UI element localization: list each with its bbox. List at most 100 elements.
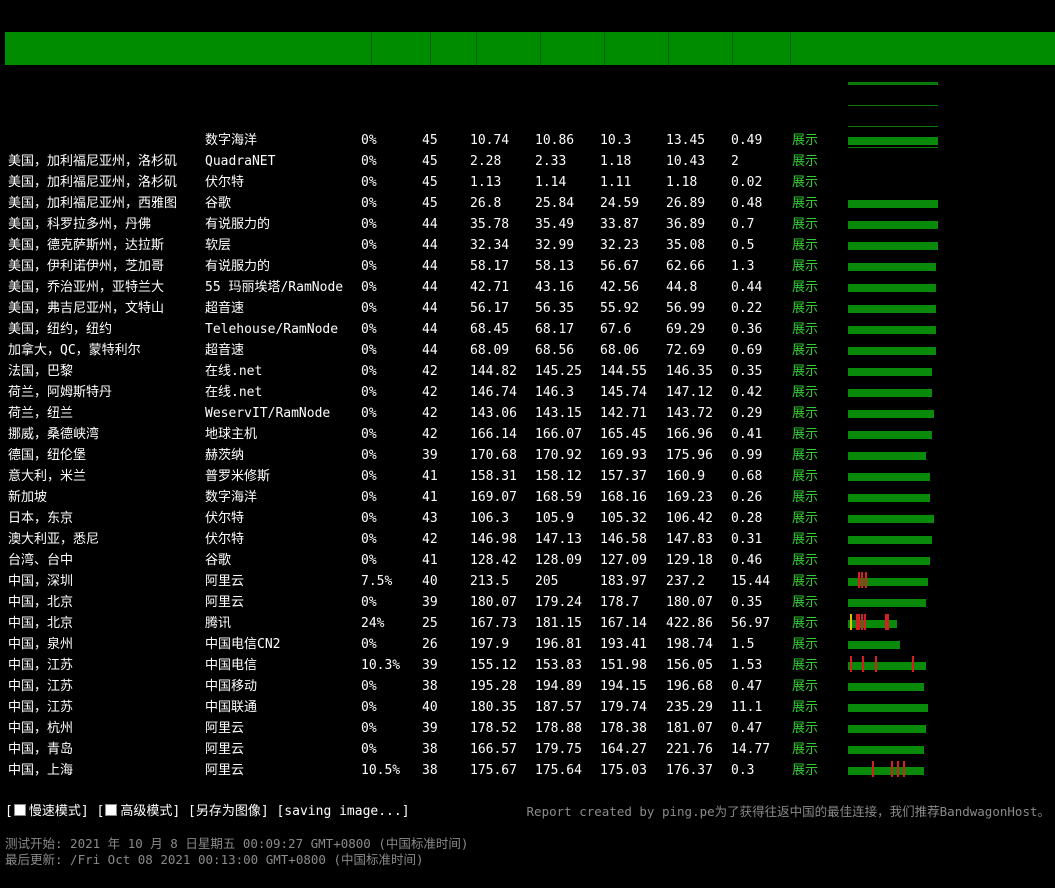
latency-bar xyxy=(848,452,926,460)
show-link[interactable]: 展示 xyxy=(792,697,818,718)
latency-graph xyxy=(848,302,943,316)
location-cell: 日本，东京 xyxy=(8,511,74,526)
table-row: 法国，巴黎 在线.net 0% 42 144.82 145.25 144.55 146.35 0… xyxy=(0,361,1055,382)
sent-cell: 39 xyxy=(422,448,438,463)
location-cell: 中国，青岛 xyxy=(8,742,74,757)
show-link[interactable]: 展示 xyxy=(792,655,818,676)
packet-loss-spike xyxy=(875,656,877,672)
show-link[interactable]: 展示 xyxy=(792,634,818,655)
last-cell: 32.34 xyxy=(470,238,510,253)
show-link[interactable]: 展示 xyxy=(792,592,818,613)
slow-mode-label[interactable]: 慢速模式 xyxy=(29,804,81,819)
table-row: 中国，江苏 中国联通 0% 40 180.35 187.57 179.74 235.29 11.… xyxy=(0,697,1055,718)
stdev-cell: 0.44 xyxy=(731,280,763,295)
slow-mode-checkbox[interactable] xyxy=(13,804,26,816)
best-cell: 146.58 xyxy=(600,532,647,547)
table-row: 日本，东京 伏尔特 0% 43 106.3 105.9 105.32 106.42 0.28 展示 xyxy=(0,508,1055,529)
latency-graph xyxy=(848,596,943,610)
show-link[interactable]: 展示 xyxy=(792,676,818,697)
table-row: 美国，加利福尼亚州，西雅图 谷歌 0% 45 26.8 25.84 24.59 26.89 0.… xyxy=(0,193,1055,214)
show-link[interactable]: 展示 xyxy=(792,298,818,319)
table-row: 新加坡 数字海洋 0% 41 169.07 168.59 168.16 169.23 0.26 展… xyxy=(0,487,1055,508)
show-link[interactable]: 展示 xyxy=(792,487,818,508)
show-link[interactable]: 展示 xyxy=(792,382,818,403)
location-cell: 中国，杭州 xyxy=(8,721,74,736)
show-link[interactable]: 展示 xyxy=(792,256,818,277)
show-link[interactable]: 展示 xyxy=(792,151,818,172)
last-cell: 128.42 xyxy=(470,553,517,568)
sent-cell: 39 xyxy=(422,595,438,610)
sent-cell: 44 xyxy=(422,238,438,253)
provider-cell: 数字海洋 xyxy=(205,490,258,505)
sent-cell: 44 xyxy=(422,322,438,337)
latency-graph xyxy=(848,281,943,295)
location-cell: 中国，江苏 xyxy=(8,679,74,694)
packet-loss-spike xyxy=(912,656,914,672)
table-row: 加拿大，QC，蒙特利尔 超音速 0% 44 68.09 68.56 68.06 72.69 0.… xyxy=(0,340,1055,361)
show-link[interactable]: 展示 xyxy=(792,340,818,361)
location-cell: 加拿大，QC，蒙特利尔 xyxy=(8,343,141,358)
stdev-cell: 1.5 xyxy=(731,637,755,652)
show-link[interactable]: 展示 xyxy=(792,235,818,256)
show-link[interactable]: 展示 xyxy=(792,403,818,424)
latency-graph xyxy=(848,680,943,694)
show-link[interactable]: 展示 xyxy=(792,571,818,592)
loss-cell: 0% xyxy=(361,196,377,211)
history-line xyxy=(848,126,938,127)
show-link[interactable]: 展示 xyxy=(792,718,818,739)
worst-cell: 160.9 xyxy=(666,469,706,484)
advanced-mode-checkbox[interactable] xyxy=(105,804,118,816)
table-row: 中国，杭州 阿里云 0% 39 178.52 178.88 178.38 181.07 0.47… xyxy=(0,718,1055,739)
location-cell: 台湾、台中 xyxy=(8,553,74,568)
show-link[interactable]: 展示 xyxy=(792,508,818,529)
worst-cell: 147.12 xyxy=(666,385,713,400)
show-link[interactable]: 展示 xyxy=(792,277,818,298)
avg-cell: 175.64 xyxy=(535,763,582,778)
avg-cell: 56.35 xyxy=(535,301,575,316)
show-link[interactable]: 展示 xyxy=(792,445,818,466)
stdev-cell: 0.22 xyxy=(731,301,763,316)
table-row: 美国，加利福尼亚州，洛杉矶 伏尔特 0% 45 1.13 1.14 1.11 1.18 0.02… xyxy=(0,172,1055,193)
loss-cell: 7.5% xyxy=(361,574,393,589)
show-link[interactable]: 展示 xyxy=(792,193,818,214)
loss-cell: 0% xyxy=(361,301,377,316)
stdev-cell: 11.1 xyxy=(731,700,763,715)
latency-graph xyxy=(848,491,943,505)
latency-graph xyxy=(848,761,943,778)
table-row: 中国，北京 阿里云 0% 39 180.07 179.24 178.7 180.07 0.35 展… xyxy=(0,592,1055,613)
show-link[interactable]: 展示 xyxy=(792,613,818,634)
bracket: [ xyxy=(5,804,13,819)
provider-cell: 中国电信 xyxy=(205,658,258,673)
loss-cell: 0% xyxy=(361,259,377,274)
save-image-button[interactable]: ] [另存为图像] xyxy=(172,804,268,819)
show-link[interactable]: 展示 xyxy=(792,130,818,151)
worst-cell: 221.76 xyxy=(666,742,713,757)
provider-cell: 阿里云 xyxy=(205,721,245,736)
show-link[interactable]: 展示 xyxy=(792,424,818,445)
best-cell: 151.98 xyxy=(600,658,647,673)
header-separator xyxy=(604,32,605,65)
best-cell: 142.71 xyxy=(600,406,647,421)
show-link[interactable]: 展示 xyxy=(792,361,818,382)
provider-cell: 数字海洋 xyxy=(205,133,258,148)
header-separator xyxy=(430,32,431,65)
latency-graph xyxy=(848,176,943,190)
show-link[interactable]: 展示 xyxy=(792,466,818,487)
latency-graph xyxy=(848,656,943,673)
advanced-mode-label[interactable]: 高级模式 xyxy=(120,804,172,819)
show-link[interactable]: 展示 xyxy=(792,172,818,193)
stdev-cell: 0.69 xyxy=(731,343,763,358)
show-link[interactable]: 展示 xyxy=(792,529,818,550)
latency-graph xyxy=(848,365,943,379)
worst-cell: 72.69 xyxy=(666,343,706,358)
table-row: 中国，泉州 中国电信CN2 0% 26 197.9 196.81 193.41 198.74 1… xyxy=(0,634,1055,655)
show-link[interactable]: 展示 xyxy=(792,214,818,235)
show-link[interactable]: 展示 xyxy=(792,760,818,781)
latency-bar xyxy=(848,662,926,670)
best-cell: 179.74 xyxy=(600,700,647,715)
show-link[interactable]: 展示 xyxy=(792,319,818,340)
latency-bar xyxy=(848,242,938,250)
sent-cell: 45 xyxy=(422,133,438,148)
show-link[interactable]: 展示 xyxy=(792,550,818,571)
show-link[interactable]: 展示 xyxy=(792,739,818,760)
